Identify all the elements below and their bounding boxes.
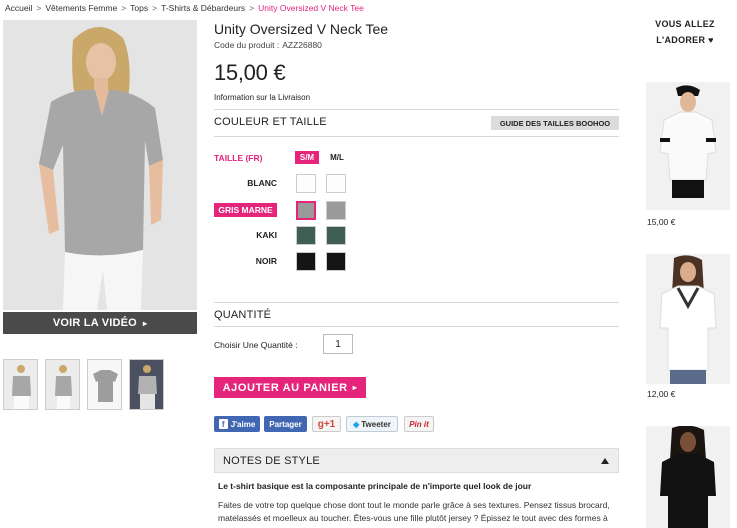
swatch-noir-sm[interactable] (296, 252, 316, 271)
breadcrumb-tops[interactable]: Tops (130, 3, 148, 13)
swatch-kaki-ml[interactable] (326, 226, 346, 245)
recommendations-title-line2: L'ADORER ♥ (656, 35, 714, 45)
recommendations-title-line1: VOUS ALLEZ (655, 19, 715, 29)
recommendations-title: VOUS ALLEZ L'ADORER ♥ (640, 16, 730, 48)
watch-video-label: VOIR LA VIDÉO (52, 317, 137, 329)
breadcrumb-separator-icon: > (121, 3, 127, 13)
facebook-share-button[interactable]: Partager (264, 416, 307, 432)
size-option-ml[interactable]: M/L (325, 151, 349, 164)
thumbnail-strip (3, 359, 164, 410)
pinterest-button[interactable]: Pin it (404, 416, 434, 432)
color-label-kaki: KAKI (256, 230, 277, 240)
quantity-label: Choisir Une Quantité : (214, 340, 298, 350)
collapse-arrow-icon (601, 458, 609, 464)
swatch-gris-marne-ml[interactable] (326, 201, 346, 220)
swatch-gris-marne-sm[interactable] (296, 201, 316, 220)
divider (214, 302, 619, 303)
play-arrow-icon: ▸ (142, 318, 148, 328)
recommended-photo (646, 82, 730, 210)
breadcrumb-home[interactable]: Accueil (5, 3, 32, 13)
product-code: Code du produit : AZZ26880 (214, 40, 322, 50)
google-plus-button[interactable]: g+1 (312, 416, 341, 432)
swatch-blanc-ml[interactable] (326, 174, 346, 193)
quantity-input[interactable]: 1 (323, 334, 353, 354)
color-size-heading: COULEUR ET TAILLE (214, 116, 327, 128)
thumbnail-front[interactable] (3, 359, 38, 410)
recommended-product-image[interactable] (646, 426, 730, 528)
size-guide-button[interactable]: GUIDE DES TAILLES BOOHOO (491, 116, 619, 130)
thumbnail-side[interactable] (45, 359, 80, 410)
style-notes-heading: Le t-shirt basique est la composante pri… (218, 481, 532, 491)
breadcrumb-separator-icon: > (152, 3, 158, 13)
tweet-button[interactable]: ◆ Tweeter (346, 416, 398, 432)
arrow-right-icon: ▸ (352, 383, 358, 392)
recommended-price: 12,00 € (647, 389, 676, 399)
tweet-label: Tweeter (361, 419, 391, 429)
thumbnail-image (130, 360, 163, 409)
delivery-info-link[interactable]: Information sur la Livraison (214, 93, 310, 102)
color-label-blanc: BLANC (247, 178, 277, 188)
size-option-sm[interactable]: S/M (295, 151, 319, 164)
breadcrumb-womens-clothing[interactable]: Vêtements Femme (45, 3, 117, 13)
add-to-cart-button[interactable]: AJOUTER AU PANIER ▸ (214, 377, 366, 398)
recommended-photo (646, 254, 730, 384)
swatch-kaki-sm[interactable] (296, 226, 316, 245)
divider (214, 136, 619, 137)
twitter-bird-icon: ◆ (353, 419, 360, 429)
thumbnail-image (46, 360, 79, 409)
style-notes-body: Faites de votre top quelque chose dont t… (218, 500, 610, 528)
add-to-cart-label: AJOUTER AU PANIER (222, 381, 348, 394)
recommended-product-image[interactable] (646, 82, 730, 210)
breadcrumb-tshirts[interactable]: T-Shirts & Débardeurs (161, 3, 245, 13)
style-notes-title: NOTES DE STYLE (223, 455, 320, 467)
quantity-heading: QUANTITÉ (214, 309, 272, 321)
watch-video-button[interactable]: VOIR LA VIDÉO ▸ (3, 312, 197, 334)
thumbnail-back[interactable] (129, 359, 164, 410)
size-label: TAILLE (FR) (214, 153, 263, 163)
thumbnail-image (4, 360, 37, 409)
breadcrumb-separator-icon: > (249, 3, 255, 13)
facebook-icon: f (218, 419, 228, 429)
facebook-like-button[interactable]: f J'aime (214, 416, 260, 432)
product-code-label: Code du produit : (214, 40, 280, 50)
thumbnail-flat[interactable] (87, 359, 122, 410)
product-price: 15,00 € (214, 60, 286, 85)
breadcrumb-current: Unity Oversized V Neck Tee (258, 3, 364, 13)
recommended-price: 15,00 € (647, 217, 676, 227)
swatch-blanc-sm[interactable] (296, 174, 316, 193)
breadcrumb: Accueil > Vêtements Femme > Tops > T-Shirts & … (5, 3, 364, 13)
breadcrumb-separator-icon: > (36, 3, 42, 13)
recommended-photo (646, 426, 730, 528)
product-main-image[interactable] (3, 20, 197, 310)
thumbnail-image (88, 360, 121, 409)
product-code-value: AZZ26880 (282, 40, 322, 50)
product-title: Unity Oversized V Neck Tee (214, 21, 389, 37)
color-label-gris-marne: GRIS MARNE (214, 203, 277, 217)
divider (214, 326, 619, 327)
divider (214, 109, 619, 110)
recommended-product-image[interactable] (646, 254, 730, 384)
model-photo (3, 20, 197, 310)
swatch-noir-ml[interactable] (326, 252, 346, 271)
style-notes-accordion[interactable]: NOTES DE STYLE (214, 448, 619, 473)
color-label-noir: NOIR (255, 256, 277, 266)
facebook-like-label: J'aime (230, 419, 256, 429)
